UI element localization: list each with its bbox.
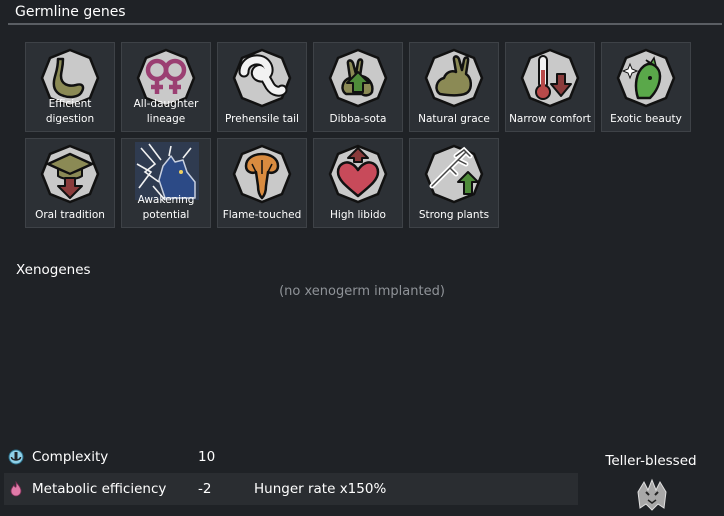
header-divider [8,23,722,25]
xenogenes-header: Xenogenes [16,262,91,278]
gene-panel: Germline genes Efficient digestion All-d… [0,0,724,516]
gene-tile-high-libido[interactable]: High libido [313,138,403,228]
gene-tile-efficient-digestion[interactable]: Efficient digestion [25,42,115,132]
gene-tile-dibba-sota[interactable]: Dibba-sota [313,42,403,132]
teller-beast-icon[interactable] [634,476,670,512]
stat-name: Metabolic efficiency [32,481,167,497]
stat-value: -2 [198,481,212,497]
stat-row-complexity[interactable]: Complexity 10 [4,441,578,473]
gene-tile-awakening-potential[interactable]: Awakening potential [121,138,211,228]
plant-up-icon [424,144,484,204]
gene-tile-natural-grace[interactable]: Natural grace [409,42,499,132]
gene-tile-flame-touched[interactable]: Flame-touched [217,138,307,228]
gene-label: High libido [330,209,386,221]
gene-label: Flame-touched [222,209,302,221]
gene-label: Awakening potential [137,194,195,221]
stat-value: 10 [198,449,216,465]
gene-tile-narrow-comfort[interactable]: Narrow comfort [505,42,595,132]
gene-label: All-daughter lineage [133,98,199,125]
gene-tile-exotic-beauty[interactable]: Exotic beauty [601,42,691,132]
stat-effect: Hunger rate x150% [254,481,387,497]
stat-row-metabolic-efficiency[interactable]: Metabolic efficiency -2 Hunger rate x150… [4,473,578,505]
flame-hand-icon [232,144,292,204]
gene-label: Strong plants [418,209,490,221]
xenogerm-empty-text: (no xenogerm implanted) [279,284,445,299]
gene-label: Oral tradition [35,209,105,221]
gene-label: Exotic beauty [610,113,682,125]
stat-name: Complexity [32,449,109,465]
metabolism-flame-icon [10,481,22,497]
tail-icon [232,48,292,108]
gene-tile-prehensile-tail[interactable]: Prehensile tail [217,42,307,132]
gene-label: Narrow comfort [509,113,591,125]
gene-label: Efficient digestion [45,98,95,125]
gene-label: Natural grace [418,113,490,125]
thermometer-down-icon [520,48,580,108]
teller-blessed-label: Teller-blessed [605,453,697,469]
sparkle-face-icon [616,48,676,108]
gene-label: Prehensile tail [225,113,299,125]
mortarboard-down-icon [40,144,100,204]
gene-tile-strong-plants[interactable]: Strong plants [409,138,499,228]
heart-up-icon [328,144,388,204]
gene-label: Dibba-sota [329,113,387,125]
rabbit-icon [424,48,484,108]
rabbit-up-icon [328,48,388,108]
complexity-icon [8,449,24,465]
germline-header: Germline genes [15,4,126,20]
gene-tile-all-daughter-lineage[interactable]: All-daughter lineage [121,42,211,132]
gene-tile-oral-tradition[interactable]: Oral tradition [25,138,115,228]
